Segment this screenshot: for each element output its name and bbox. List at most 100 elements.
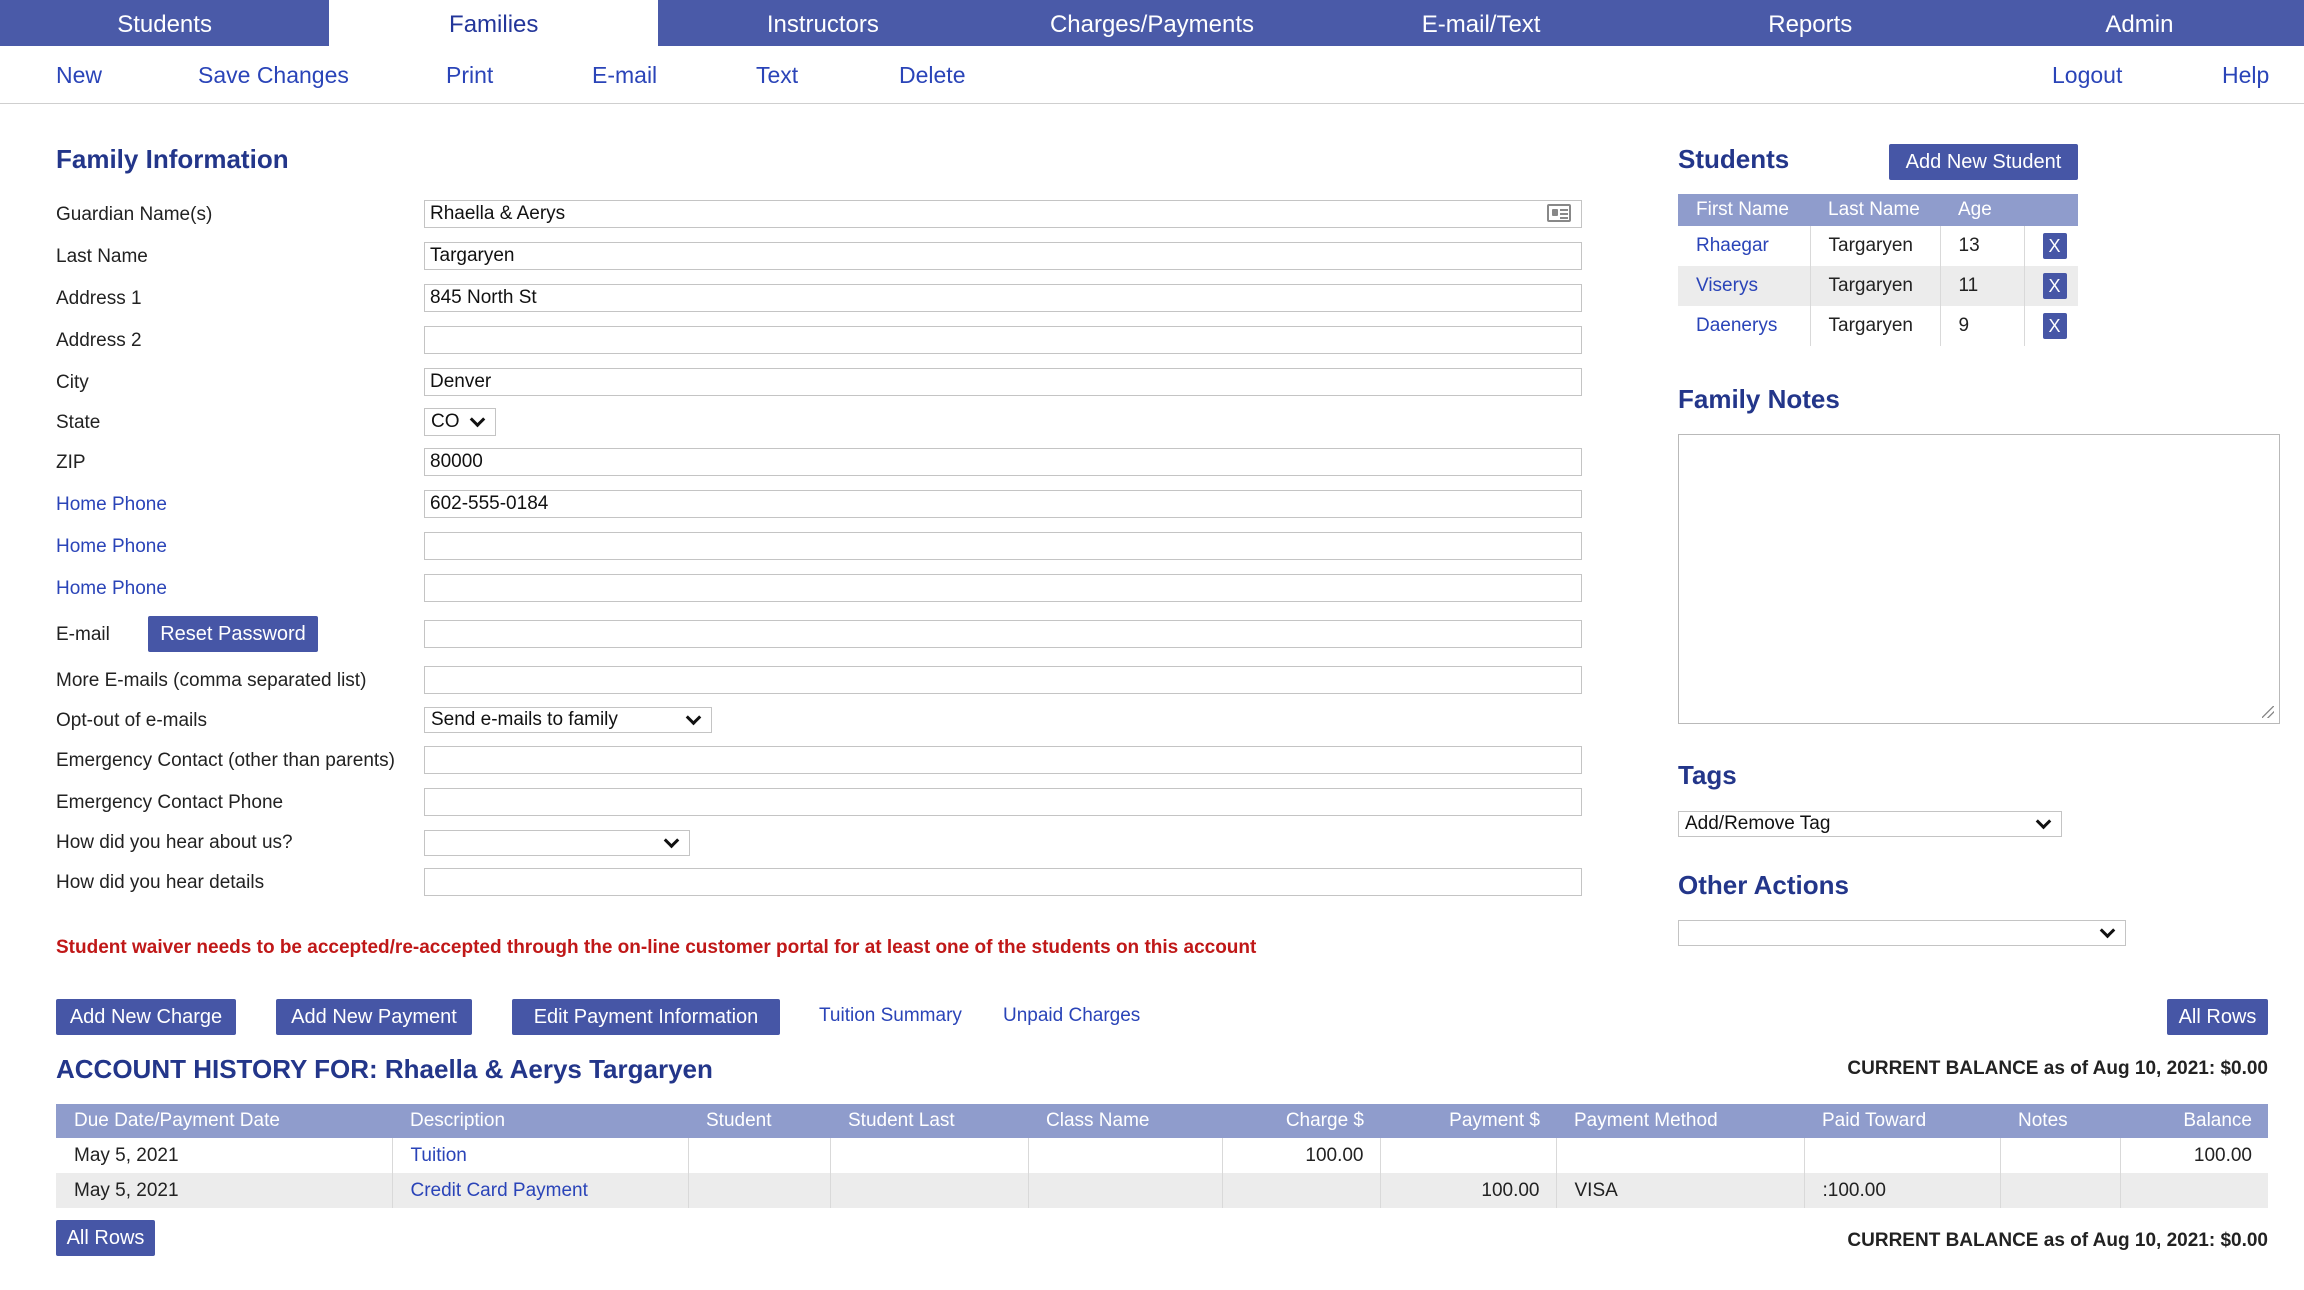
edit-payment-info-button[interactable]: Edit Payment Information [512, 999, 780, 1035]
contact-card-icon[interactable] [1547, 204, 1571, 222]
city-input[interactable]: Denver [424, 368, 1582, 396]
row-student [688, 1173, 831, 1208]
other-actions-select[interactable] [1678, 920, 2126, 946]
address1-label: Address 1 [56, 288, 142, 309]
student-row: Rhaegar Targaryen 13 X [1678, 226, 2078, 266]
student-age: 9 [1940, 306, 2025, 346]
col-payment-method: Payment Method [1556, 1104, 1804, 1138]
account-history-table: Due Date/Payment Date Description Studen… [56, 1104, 2268, 1208]
print-button[interactable]: Print [446, 62, 493, 89]
student-first-name[interactable]: Viserys [1678, 266, 1811, 306]
hear-details-input[interactable] [424, 868, 1582, 896]
student-row: Daenerys Targaryen 9 X [1678, 306, 2078, 346]
tags-select[interactable]: Add/Remove Tag [1678, 811, 2062, 837]
email-button[interactable]: E-mail [592, 62, 657, 89]
all-rows-button-bottom[interactable]: All Rows [56, 1220, 155, 1256]
all-rows-button-top[interactable]: All Rows [2167, 999, 2268, 1035]
home-phone-link-2[interactable]: Home Phone [56, 536, 167, 558]
chevron-down-icon [2035, 813, 2052, 829]
home-phone-input-3[interactable] [424, 574, 1582, 602]
student-last-name: Targaryen [1810, 306, 1941, 346]
student-age: 11 [1940, 266, 2025, 306]
row-payment: 100.00 [1380, 1173, 1557, 1208]
tab-reports[interactable]: Reports [1646, 0, 1975, 46]
other-actions-heading: Other Actions [1678, 870, 1849, 900]
emergency-contact-input[interactable] [424, 746, 1582, 774]
unpaid-charges-link[interactable]: Unpaid Charges [1003, 1005, 1140, 1027]
row-student [688, 1138, 831, 1173]
add-new-payment-button[interactable]: Add New Payment [276, 999, 472, 1035]
tab-email-text[interactable]: E-mail/Text [1317, 0, 1646, 46]
logout-button[interactable]: Logout [2052, 62, 2122, 89]
reset-password-button[interactable]: Reset Password [148, 616, 318, 652]
guardian-input[interactable]: Rhaella & Aerys [424, 200, 1582, 228]
zip-input[interactable]: 80000 [424, 448, 1582, 476]
tags-heading: Tags [1678, 760, 1737, 790]
student-first-name[interactable]: Daenerys [1678, 306, 1811, 346]
table-row: May 5, 2021 Tuition 100.00 100.00 [56, 1138, 2268, 1173]
row-description[interactable]: Tuition [392, 1138, 689, 1173]
col-description: Description [392, 1104, 688, 1138]
address1-input[interactable]: 845 North St [424, 284, 1582, 312]
col-last-name: Last Name [1810, 194, 1940, 226]
tab-students[interactable]: Students [0, 0, 329, 46]
guardian-label: Guardian Name(s) [56, 204, 213, 225]
row-charge: 100.00 [1222, 1138, 1381, 1173]
new-button[interactable]: New [56, 62, 102, 89]
row-description[interactable]: Credit Card Payment [392, 1173, 689, 1208]
optout-select[interactable]: Send e-mails to family [424, 707, 712, 733]
email-input[interactable] [424, 620, 1582, 648]
tab-admin[interactable]: Admin [1975, 0, 2304, 46]
remove-student-button[interactable]: X [2042, 233, 2067, 259]
chevron-down-icon [2099, 922, 2116, 938]
current-balance-bottom: CURRENT BALANCE as of Aug 10, 2021: $0.0… [1847, 1230, 2268, 1251]
row-method: VISA [1556, 1173, 1805, 1208]
student-age: 13 [1940, 226, 2025, 266]
help-button[interactable]: Help [2222, 62, 2269, 89]
family-notes-textarea[interactable] [1678, 434, 2280, 724]
state-label: State [56, 412, 101, 433]
col-balance: Balance [2120, 1104, 2268, 1138]
hear-about-select[interactable] [424, 830, 690, 856]
row-notes [2000, 1138, 2121, 1173]
row-method [1556, 1138, 1805, 1173]
save-changes-button[interactable]: Save Changes [198, 62, 349, 89]
home-phone-link-3[interactable]: Home Phone [56, 578, 167, 600]
tab-families[interactable]: Families [329, 0, 659, 46]
more-emails-input[interactable] [424, 666, 1582, 694]
emergency-phone-input[interactable] [424, 788, 1582, 816]
emergency-contact-label: Emergency Contact (other than parents) [56, 750, 396, 771]
row-toward [1804, 1138, 2001, 1173]
current-balance-top: CURRENT BALANCE as of Aug 10, 2021: $0.0… [1847, 1058, 2268, 1079]
resize-grip-icon[interactable] [2262, 706, 2274, 718]
col-class-name: Class Name [1028, 1104, 1222, 1138]
tab-instructors[interactable]: Instructors [658, 0, 987, 46]
last-name-label: Last Name [56, 246, 148, 267]
tab-charges-payments[interactable]: Charges/Payments [987, 0, 1316, 46]
student-first-name[interactable]: Rhaegar [1678, 226, 1811, 266]
remove-student-button[interactable]: X [2042, 313, 2067, 339]
tuition-summary-link[interactable]: Tuition Summary [819, 1005, 962, 1027]
add-new-charge-button[interactable]: Add New Charge [56, 999, 236, 1035]
row-class [1028, 1173, 1223, 1208]
text-button[interactable]: Text [756, 62, 798, 89]
home-phone-input-1[interactable]: 602-555-0184 [424, 490, 1582, 518]
address2-input[interactable] [424, 326, 1582, 354]
hear-about-label: How did you hear about us? [56, 832, 293, 853]
zip-label: ZIP [56, 452, 86, 473]
address2-label: Address 2 [56, 330, 142, 351]
remove-student-button[interactable]: X [2042, 273, 2067, 299]
delete-button[interactable]: Delete [899, 62, 965, 89]
col-paid-toward: Paid Toward [1804, 1104, 2000, 1138]
row-charge [1222, 1173, 1381, 1208]
state-select[interactable]: CO [424, 408, 496, 436]
last-name-input[interactable]: Targaryen [424, 242, 1582, 270]
row-student-last [830, 1138, 1029, 1173]
row-date: May 5, 2021 [56, 1173, 393, 1208]
guardian-value: Rhaella & Aerys [430, 203, 566, 224]
add-new-student-button[interactable]: Add New Student [1889, 144, 2078, 180]
home-phone-input-2[interactable] [424, 532, 1582, 560]
home-phone-link-1[interactable]: Home Phone [56, 494, 167, 516]
email-label: E-mail [56, 624, 110, 645]
table-row: May 5, 2021 Credit Card Payment 100.00 V… [56, 1173, 2268, 1208]
